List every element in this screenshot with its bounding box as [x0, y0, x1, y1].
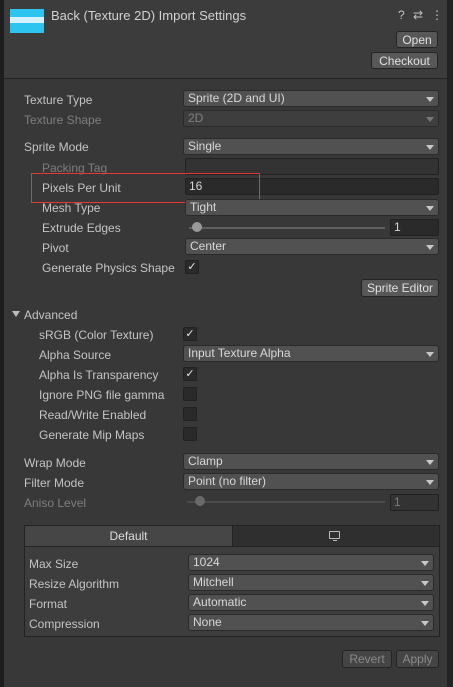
- mesh-type-dropdown[interactable]: Tight: [185, 199, 439, 216]
- menu-icon[interactable]: ⋮: [431, 8, 443, 22]
- format-label: Format: [29, 597, 68, 611]
- chevron-down-icon: [426, 97, 434, 102]
- revert-button[interactable]: Revert: [342, 650, 392, 668]
- aniso-level-label: Aniso Level: [24, 496, 87, 510]
- chevron-down-icon: [421, 561, 429, 566]
- chevron-down-icon: [426, 206, 434, 211]
- wrap-mode-label: Wrap Mode: [24, 456, 86, 470]
- srgb-label: sRGB (Color Texture): [39, 328, 154, 342]
- filter-mode-dropdown[interactable]: Point (no filter): [183, 473, 439, 490]
- max-size-dropdown[interactable]: 1024: [188, 554, 434, 571]
- window-right-edge: [447, 0, 453, 687]
- chevron-down-icon: [426, 145, 434, 150]
- max-size-label: Max Size: [29, 557, 79, 571]
- inspector-title: Back (Texture 2D) Import Settings: [51, 8, 247, 23]
- aniso-level-slider-track: [187, 501, 385, 503]
- texture-type-label: Texture Type: [24, 93, 93, 107]
- compression-label: Compression: [29, 617, 100, 631]
- physics-shape-label: Generate Physics Shape: [42, 261, 175, 275]
- chevron-down-icon: [421, 621, 429, 626]
- extrude-edges-field[interactable]: 1: [390, 219, 439, 236]
- help-icon[interactable]: ?: [398, 8, 405, 22]
- chevron-down-icon: [426, 245, 434, 250]
- extrude-edges-slider-thumb[interactable]: [192, 222, 202, 232]
- presets-icon[interactable]: ⇄: [413, 8, 423, 22]
- tab-default[interactable]: Default: [25, 526, 233, 546]
- ignore-png-gamma-checkbox[interactable]: [183, 387, 197, 401]
- open-button[interactable]: Open: [396, 31, 438, 48]
- apply-button[interactable]: Apply: [396, 650, 439, 668]
- generate-mipmaps-checkbox[interactable]: [183, 427, 197, 441]
- generate-mipmaps-label: Generate Mip Maps: [39, 428, 145, 442]
- header-divider: [4, 78, 447, 79]
- extrude-edges-slider-track[interactable]: [189, 227, 385, 229]
- window-left-edge: [0, 0, 4, 687]
- alpha-source-dropdown[interactable]: Input Texture Alpha: [183, 345, 439, 362]
- advanced-foldout-arrow-icon[interactable]: [12, 311, 20, 317]
- sprite-mode-label: Sprite Mode: [24, 140, 89, 154]
- texture-shape-dropdown: 2D: [183, 110, 439, 127]
- resize-algorithm-label: Resize Algorithm: [29, 577, 120, 591]
- texture-thumbnail: [10, 9, 44, 33]
- aniso-level-slider-thumb: [195, 496, 205, 506]
- checkout-button[interactable]: Checkout: [371, 52, 438, 69]
- texture-shape-label: Texture Shape: [24, 113, 102, 127]
- alpha-transparency-label: Alpha Is Transparency: [39, 368, 159, 382]
- chevron-down-icon: [426, 117, 434, 122]
- pivot-label: Pivot: [42, 241, 69, 255]
- wrap-mode-dropdown[interactable]: Clamp: [183, 453, 439, 470]
- ignore-png-gamma-label: Ignore PNG file gamma: [39, 388, 165, 402]
- read-write-checkbox[interactable]: [183, 407, 197, 421]
- read-write-label: Read/Write Enabled: [39, 408, 147, 422]
- sprite-editor-button[interactable]: Sprite Editor: [361, 279, 439, 297]
- chevron-down-icon: [421, 601, 429, 606]
- srgb-checkbox[interactable]: ✓: [183, 327, 197, 341]
- texture-type-dropdown[interactable]: Sprite (2D and UI): [183, 90, 439, 107]
- pivot-dropdown[interactable]: Center: [185, 238, 439, 255]
- monitor-icon: [329, 531, 340, 539]
- physics-shape-checkbox[interactable]: ✓: [185, 260, 199, 274]
- tab-standalone[interactable]: [232, 526, 439, 546]
- chevron-down-icon: [421, 581, 429, 586]
- filter-mode-label: Filter Mode: [24, 476, 85, 490]
- chevron-down-icon: [426, 460, 434, 465]
- alpha-source-label: Alpha Source: [39, 348, 112, 362]
- chevron-down-icon: [426, 352, 434, 357]
- resize-algorithm-dropdown[interactable]: Mitchell: [188, 574, 434, 591]
- mesh-type-label: Mesh Type: [42, 201, 101, 215]
- advanced-foldout-header[interactable]: Advanced: [24, 308, 77, 322]
- extrude-edges-label: Extrude Edges: [42, 221, 121, 235]
- alpha-transparency-checkbox[interactable]: ✓: [183, 367, 197, 381]
- platform-tabs: Default: [24, 525, 440, 547]
- sprite-mode-dropdown[interactable]: Single: [183, 138, 439, 155]
- aniso-level-field: 1: [390, 494, 439, 511]
- chevron-down-icon: [426, 480, 434, 485]
- compression-dropdown[interactable]: None: [188, 614, 434, 631]
- format-dropdown[interactable]: Automatic: [188, 594, 434, 611]
